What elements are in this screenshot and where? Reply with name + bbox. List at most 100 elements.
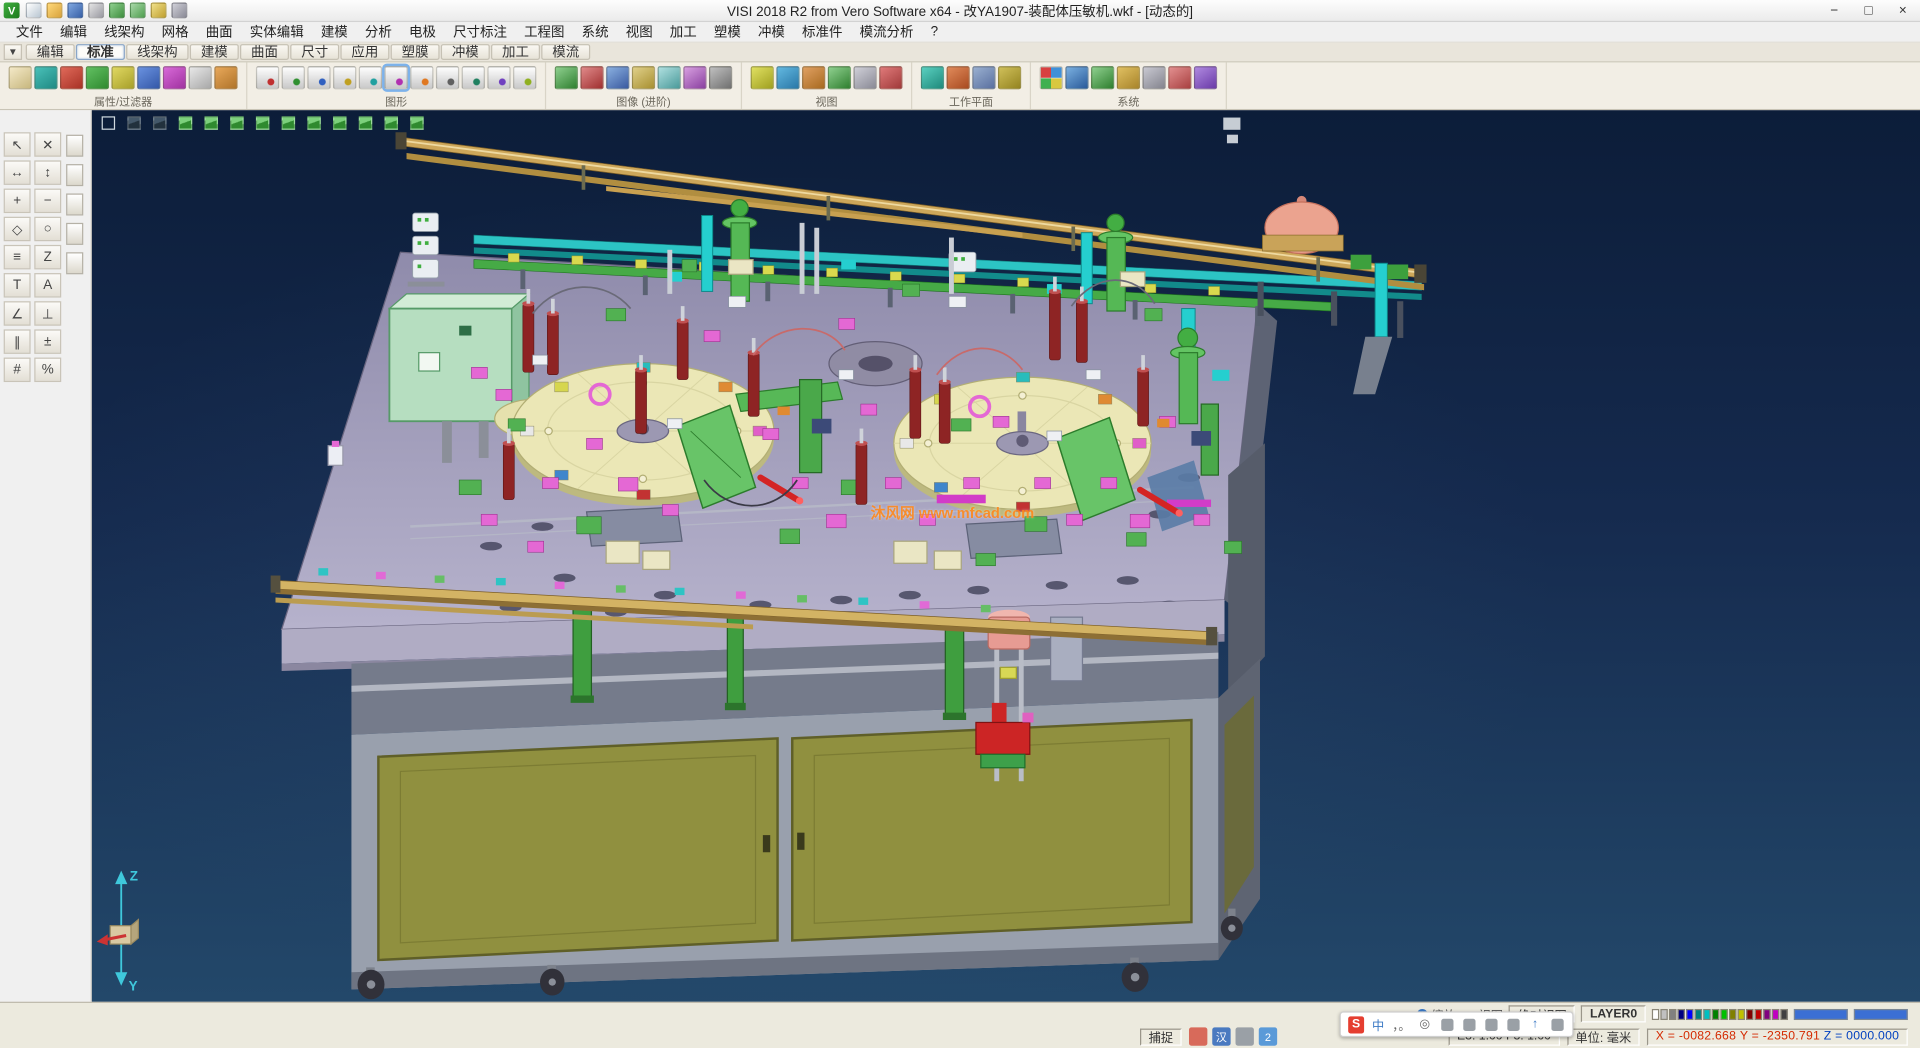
- minimize-button[interactable]: −: [1817, 0, 1851, 21]
- circle-tool-icon[interactable]: ○: [34, 217, 61, 241]
- workplane-reset-icon[interactable]: [998, 66, 1021, 89]
- grid-tool-icon[interactable]: #: [4, 358, 31, 382]
- view-back-icon[interactable]: [302, 113, 325, 133]
- color-swatch-3[interactable]: [1678, 1009, 1685, 1020]
- add-entity-icon[interactable]: +: [4, 189, 31, 213]
- active-layer-cell[interactable]: LAYER0: [1581, 1006, 1645, 1023]
- view-front-icon[interactable]: [277, 113, 300, 133]
- help-icon[interactable]: [151, 2, 167, 18]
- menu-item-17[interactable]: 模流分析: [851, 21, 922, 43]
- tolerance-icon[interactable]: ±: [34, 329, 61, 353]
- eraser-icon[interactable]: [189, 66, 212, 89]
- viewport-3d[interactable]: 沐风网 www.mfcad.com Z Y: [92, 110, 1920, 1001]
- view-front-dark-icon[interactable]: [122, 113, 145, 133]
- section-view-icon[interactable]: [436, 66, 459, 89]
- menu-item-8[interactable]: 电极: [400, 21, 444, 43]
- entity-filter-icon[interactable]: [34, 66, 57, 89]
- angle-tool-icon[interactable]: ∠: [4, 301, 31, 325]
- color-swatch-4[interactable]: [1686, 1009, 1693, 1020]
- settings-icon[interactable]: [171, 2, 187, 18]
- up-arrow-icon[interactable]: ↑: [1527, 1016, 1543, 1033]
- render-quality-icon[interactable]: [513, 66, 536, 89]
- tab-5[interactable]: 尺寸: [290, 44, 339, 60]
- menu-item-15[interactable]: 冲模: [749, 21, 793, 43]
- sogou-logo-icon[interactable]: S: [1348, 1016, 1364, 1033]
- backface-cull-icon[interactable]: [462, 66, 485, 89]
- annotate-icon[interactable]: A: [34, 273, 61, 297]
- attribute-brush-icon[interactable]: [9, 66, 32, 89]
- menu-item-2[interactable]: 线架构: [96, 21, 154, 43]
- open-folder-icon[interactable]: [47, 2, 63, 18]
- view-back-dark-icon[interactable]: [148, 113, 171, 133]
- new-document-icon[interactable]: [26, 2, 42, 18]
- color-swatch-2[interactable]: [1669, 1009, 1676, 1020]
- menu-item-1[interactable]: 编辑: [51, 21, 95, 43]
- zoom-window-icon[interactable]: [776, 66, 799, 89]
- workplane-standard-icon[interactable]: [921, 66, 944, 89]
- shaded-view-icon[interactable]: [282, 66, 305, 89]
- view-iso-sw-icon[interactable]: [405, 113, 428, 133]
- wireframe-view-icon[interactable]: [256, 66, 279, 89]
- view-iso-se-icon[interactable]: [380, 113, 403, 133]
- refresh-view-icon[interactable]: [879, 66, 902, 89]
- zoom-tool-icon[interactable]: Z: [34, 245, 61, 269]
- tab-8[interactable]: 冲模: [441, 44, 490, 60]
- color-swatch-11[interactable]: [1746, 1009, 1753, 1020]
- view-iso-ne-icon[interactable]: [328, 113, 351, 133]
- image-render-icon[interactable]: [580, 66, 603, 89]
- menu-item-14[interactable]: 塑模: [705, 21, 749, 43]
- color-swatch-9[interactable]: [1729, 1009, 1736, 1020]
- plugin-manager-icon[interactable]: [1168, 66, 1191, 89]
- select-arrow-icon[interactable]: ↖: [4, 132, 31, 156]
- pan-view-icon[interactable]: [802, 66, 825, 89]
- color-swatch-8[interactable]: [1720, 1009, 1727, 1020]
- menu-item-6[interactable]: 建模: [312, 21, 356, 43]
- transparency-icon[interactable]: [333, 66, 356, 89]
- polygon-tool-icon[interactable]: ◇: [4, 217, 31, 241]
- view-left-icon[interactable]: [225, 113, 248, 133]
- toolbox-icon[interactable]: [1483, 1016, 1499, 1033]
- color-swatch-13[interactable]: [1763, 1009, 1770, 1020]
- tab-2[interactable]: 线架构: [126, 44, 188, 60]
- perspective-view-icon[interactable]: [487, 66, 510, 89]
- snap-toggle-cell[interactable]: 捕捉: [1140, 1028, 1182, 1045]
- selection-filter-icon[interactable]: [137, 66, 160, 89]
- tab-1[interactable]: 标准: [76, 44, 125, 60]
- workplane-3point-icon[interactable]: [972, 66, 995, 89]
- stretch-h-icon[interactable]: ↔: [4, 160, 31, 184]
- ime-lang-icon[interactable]: 汉: [1212, 1028, 1230, 1046]
- shaded-edges-icon[interactable]: [384, 66, 407, 89]
- menu-item-9[interactable]: 尺寸标注: [444, 21, 515, 43]
- menu-item-0[interactable]: 文件: [7, 21, 51, 43]
- tab-3[interactable]: 建模: [190, 44, 239, 60]
- text-tool-icon[interactable]: T: [4, 273, 31, 297]
- workplane-align-icon[interactable]: [947, 66, 970, 89]
- view-right-icon[interactable]: [251, 113, 274, 133]
- clipboard-page-icon-0[interactable]: [66, 135, 83, 157]
- layer-filter-icon[interactable]: [86, 66, 109, 89]
- image-adjust-icon[interactable]: [658, 66, 681, 89]
- zoom-fit-icon[interactable]: [751, 66, 774, 89]
- image-gallery-icon[interactable]: [632, 66, 655, 89]
- image-compare-icon[interactable]: [606, 66, 629, 89]
- print-queue-icon[interactable]: [1236, 1028, 1254, 1046]
- save-icon[interactable]: [67, 2, 83, 18]
- image-export-icon[interactable]: [683, 66, 706, 89]
- color-swatch-14[interactable]: [1772, 1009, 1779, 1020]
- color-swatch-15[interactable]: [1780, 1009, 1787, 1020]
- color-filter-icon[interactable]: [60, 66, 83, 89]
- tab-4[interactable]: 曲面: [240, 44, 289, 60]
- menu-item-4[interactable]: 曲面: [197, 21, 241, 43]
- menu-item-5[interactable]: 实体编辑: [241, 21, 312, 43]
- print-icon[interactable]: [88, 2, 104, 18]
- color-swatch-6[interactable]: [1703, 1009, 1710, 1020]
- delete-icon[interactable]: ✕: [34, 132, 61, 156]
- color-swatch-1[interactable]: [1660, 1009, 1667, 1020]
- tab-6[interactable]: 应用: [340, 44, 389, 60]
- tab-0[interactable]: 编辑: [26, 44, 75, 60]
- highlight-brush-icon[interactable]: [214, 66, 237, 89]
- undo-icon[interactable]: [109, 2, 125, 18]
- subtract-entity-icon[interactable]: −: [34, 189, 61, 213]
- macro-editor-icon[interactable]: [1194, 66, 1217, 89]
- edge-display-icon[interactable]: [359, 66, 382, 89]
